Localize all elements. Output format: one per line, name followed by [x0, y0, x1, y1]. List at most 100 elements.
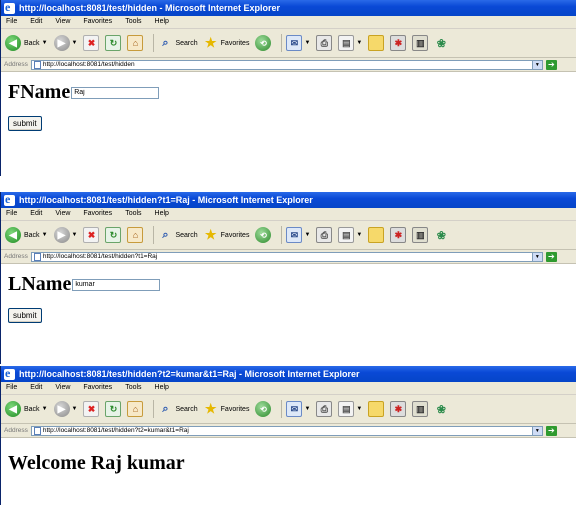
chevron-down-icon[interactable]: ▼ [42, 232, 48, 238]
edit-button[interactable]: ▤ ▼ [338, 35, 362, 51]
menu-favorites[interactable]: Favorites [83, 382, 112, 394]
search-button[interactable]: ⌕ Search [158, 402, 197, 416]
history-button[interactable]: ⟲ [255, 35, 272, 51]
chevron-down-icon[interactable]: ▼ [531, 252, 542, 261]
forward-button[interactable]: ▶ ▼ [53, 227, 78, 243]
menu-view[interactable]: View [55, 382, 70, 394]
discuss-button[interactable] [368, 35, 385, 51]
submit-button[interactable]: submit [8, 116, 42, 131]
history-button[interactable]: ⟲ [255, 227, 272, 243]
messenger-button[interactable]: ✱ [390, 401, 407, 417]
history-button[interactable]: ⟲ [255, 401, 272, 417]
address-bar: Address http://localhost:8081/test/hidde… [1, 250, 576, 264]
research-button[interactable]: ▥ [412, 35, 429, 51]
chevron-down-icon[interactable]: ▼ [356, 406, 362, 412]
stop-button[interactable]: ✖ [83, 35, 100, 51]
history-icon: ⟲ [255, 401, 272, 417]
refresh-button[interactable]: ↻ [105, 401, 122, 417]
chevron-down-icon[interactable]: ▼ [304, 232, 310, 238]
menu-file[interactable]: File [6, 16, 17, 28]
address-input[interactable]: http://localhost:8081/test/hidden?t1=Raj… [30, 251, 543, 262]
submit-button[interactable]: submit [8, 308, 42, 323]
menu-tools[interactable]: Tools [125, 16, 141, 28]
mail-button[interactable]: ✉ ▼ [286, 401, 310, 417]
menu-favorites[interactable]: Favorites [83, 208, 112, 220]
menu-tools[interactable]: Tools [125, 382, 141, 394]
chevron-down-icon[interactable]: ▼ [42, 406, 48, 412]
chevron-down-icon[interactable]: ▼ [72, 406, 78, 412]
back-button[interactable]: ◀ Back ▼ [5, 401, 48, 417]
menu-edit[interactable]: Edit [30, 382, 42, 394]
page-content: Welcome Raj kumar [1, 452, 576, 475]
print-button[interactable]: ⎙ [316, 35, 333, 51]
forward-button[interactable]: ▶ ▼ [53, 401, 78, 417]
menu-edit[interactable]: Edit [30, 208, 42, 220]
chevron-down-icon[interactable]: ▼ [72, 40, 78, 46]
go-button[interactable]: ➔ [545, 251, 557, 262]
chevron-down-icon[interactable]: ▼ [304, 40, 310, 46]
menu-help[interactable]: Help [155, 208, 169, 220]
msn-button[interactable]: ❀ [434, 36, 448, 50]
chevron-down-icon[interactable]: ▼ [531, 60, 542, 69]
home-button[interactable]: ⌂ [127, 401, 144, 417]
go-button[interactable]: ➔ [545, 425, 557, 436]
favorites-button[interactable]: ★ Favorites [204, 227, 250, 242]
toolbar-separator [153, 400, 155, 418]
print-button[interactable]: ⎙ [316, 227, 333, 243]
chevron-down-icon[interactable]: ▼ [304, 406, 310, 412]
msn-button[interactable]: ❀ [434, 402, 448, 416]
mail-button[interactable]: ✉ ▼ [286, 35, 310, 51]
chevron-down-icon[interactable]: ▼ [42, 40, 48, 46]
messenger-button[interactable]: ✱ [390, 227, 407, 243]
go-button[interactable]: ➔ [545, 59, 557, 70]
chevron-down-icon[interactable]: ▼ [531, 426, 542, 435]
discuss-button[interactable] [368, 227, 385, 243]
print-button[interactable]: ⎙ [316, 401, 333, 417]
stop-button[interactable]: ✖ [83, 401, 100, 417]
search-button[interactable]: ⌕ Search [158, 36, 197, 50]
menu-edit[interactable]: Edit [30, 16, 42, 28]
back-button[interactable]: ◀ Back ▼ [5, 227, 48, 243]
edit-button[interactable]: ▤ ▼ [338, 401, 362, 417]
refresh-button[interactable]: ↻ [105, 227, 122, 243]
forward-button[interactable]: ▶ ▼ [53, 35, 78, 51]
messenger-button[interactable]: ✱ [390, 35, 407, 51]
menu-file[interactable]: File [6, 382, 17, 394]
refresh-button[interactable]: ↻ [105, 35, 122, 51]
research-button[interactable]: ▥ [412, 401, 429, 417]
home-button[interactable]: ⌂ [127, 35, 144, 51]
address-text: http://localhost:8081/test/hidden?t2=kum… [42, 427, 189, 434]
chevron-down-icon[interactable]: ▼ [356, 232, 362, 238]
mail-button[interactable]: ✉ ▼ [286, 227, 310, 243]
chevron-down-icon[interactable]: ▼ [72, 232, 78, 238]
research-button[interactable]: ▥ [412, 227, 429, 243]
favorites-button[interactable]: ★ Favorites [204, 401, 250, 416]
menu-view[interactable]: View [55, 208, 70, 220]
address-label: Address [4, 61, 28, 68]
menu-help[interactable]: Help [155, 16, 169, 28]
address-input[interactable]: http://localhost:8081/test/hidden?t2=kum… [30, 425, 543, 436]
favorites-button[interactable]: ★ Favorites [204, 35, 250, 50]
menu-help[interactable]: Help [155, 382, 169, 394]
edit-button[interactable]: ▤ ▼ [338, 227, 362, 243]
edit-icon: ▤ [338, 401, 355, 417]
back-button[interactable]: ◀ Back ▼ [5, 35, 48, 51]
search-icon: ⌕ [162, 36, 169, 49]
fname-input[interactable] [71, 86, 160, 99]
toolbar-separator [281, 34, 283, 52]
lname-input[interactable] [72, 278, 161, 291]
stop-button[interactable]: ✖ [83, 227, 100, 243]
menu-tools[interactable]: Tools [125, 208, 141, 220]
chevron-down-icon[interactable]: ▼ [356, 40, 362, 46]
title-bar: http://localhost:8081/test/hidden?t2=kum… [1, 366, 576, 382]
discuss-button[interactable] [368, 401, 385, 417]
home-button[interactable]: ⌂ [127, 227, 144, 243]
address-input[interactable]: http://localhost:8081/test/hidden ▼ [30, 59, 543, 70]
menu-file[interactable]: File [6, 208, 17, 220]
printer-icon: ⎙ [316, 227, 333, 243]
menu-view[interactable]: View [55, 16, 70, 28]
field-label: LName [8, 273, 72, 295]
msn-button[interactable]: ❀ [434, 228, 448, 242]
menu-favorites[interactable]: Favorites [83, 16, 112, 28]
search-button[interactable]: ⌕ Search [158, 228, 197, 242]
